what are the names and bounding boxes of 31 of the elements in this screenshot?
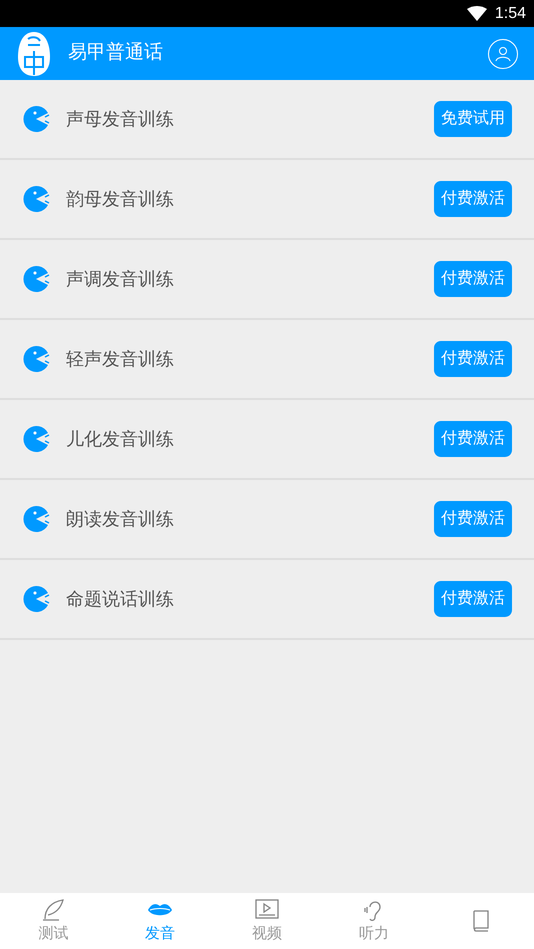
pacman-icon xyxy=(22,505,50,533)
pacman-icon xyxy=(22,585,50,613)
nav-tab[interactable]: 发音 xyxy=(106,893,214,949)
profile-button[interactable] xyxy=(488,38,518,68)
pacman-icon xyxy=(22,105,50,133)
action-button[interactable]: 付费激活 xyxy=(434,181,512,217)
app-title: 易甲普通话 xyxy=(68,40,163,66)
nav-tab[interactable]: 测试 xyxy=(0,893,107,949)
item-label: 声母发音训练 xyxy=(66,108,174,130)
item-label: 轻声发音训练 xyxy=(66,348,174,370)
user-icon xyxy=(495,46,511,62)
item-label: 声调发音训练 xyxy=(66,268,174,290)
pacman-icon xyxy=(22,265,50,293)
pacman-icon xyxy=(22,185,50,213)
status-time: 1:54 xyxy=(494,4,526,24)
item-label: 命题说话训练 xyxy=(66,588,174,610)
item-label: 儿化发音训练 xyxy=(66,428,174,450)
item-label: 朗读发音训练 xyxy=(66,508,174,530)
nav-tab[interactable]: 听力 xyxy=(320,893,428,949)
action-button[interactable]: 免费试用 xyxy=(434,101,512,137)
logo-icon xyxy=(16,30,52,76)
item-label: 韵母发音训练 xyxy=(66,188,174,210)
pacman-icon xyxy=(22,425,50,453)
action-button[interactable]: 付费激活 xyxy=(434,581,512,617)
action-button[interactable]: 付费激活 xyxy=(434,261,512,297)
wifi-icon xyxy=(466,6,487,22)
action-button[interactable]: 付费激活 xyxy=(434,341,512,377)
nav-tab[interactable]: 视频 xyxy=(214,893,320,949)
action-button[interactable]: 付费激活 xyxy=(434,421,512,457)
pacman-icon xyxy=(22,345,50,373)
action-button[interactable]: 付费激活 xyxy=(434,501,512,537)
